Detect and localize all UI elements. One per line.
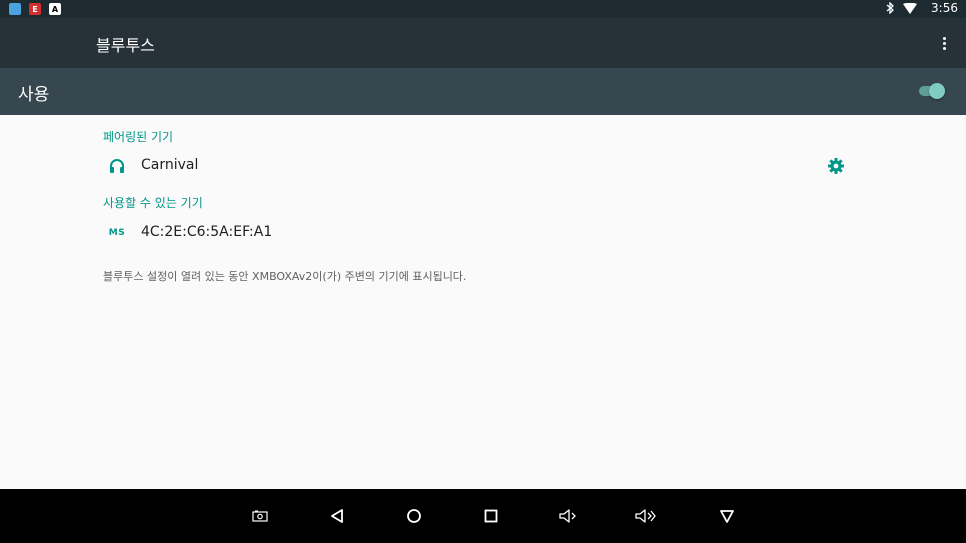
app-notification-icon — [9, 3, 21, 15]
hide-nav-icon[interactable] — [715, 504, 739, 528]
ms-device-icon-label: MS — [108, 228, 126, 238]
device-name: Carnival — [141, 157, 199, 173]
home-icon[interactable] — [402, 504, 426, 528]
visibility-notice: 블루투스 설정이 열려 있는 동안 XMBOXAv2이(가) 주변의 기기에 표… — [103, 270, 467, 283]
notification-icons: E A — [9, 3, 61, 15]
paired-devices-header: 페어링된 기기 — [103, 130, 174, 144]
recents-icon[interactable] — [479, 504, 503, 528]
page-title: 블루투스 — [96, 36, 155, 55]
headphones-icon — [106, 158, 128, 174]
clock: 3:56 — [931, 1, 958, 15]
ms-device-icon: MS — [106, 225, 128, 241]
available-device-row[interactable]: MS 4C:2E:C6:5A:EF:A1 — [96, 217, 856, 249]
device-list: 페어링된 기기 Carnival 사용할 수 있는 기기 MS 4C:2E:C6… — [0, 115, 966, 489]
bluetooth-toggle[interactable] — [919, 83, 945, 99]
status-icons: 3:56 — [886, 1, 958, 15]
overflow-menu-icon[interactable] — [936, 34, 952, 52]
bluetooth-switch-bar[interactable]: 사용 — [0, 68, 966, 115]
back-icon[interactable] — [325, 504, 349, 528]
a-notification-icon: A — [49, 3, 61, 15]
navigation-bar — [0, 489, 966, 543]
paired-device-row[interactable]: Carnival — [96, 150, 856, 182]
volume-up-icon[interactable] — [633, 504, 657, 528]
gear-icon[interactable] — [826, 156, 846, 176]
status-bar: E A 3:56 — [0, 0, 966, 18]
available-devices-header: 사용할 수 있는 기기 — [103, 196, 203, 210]
toolbar: 블루투스 — [0, 18, 966, 68]
wifi-icon — [903, 2, 918, 14]
e-notification-icon: E — [29, 3, 41, 15]
bluetooth-icon — [886, 2, 895, 14]
switch-label: 사용 — [18, 85, 50, 105]
volume-down-icon[interactable] — [556, 504, 580, 528]
screenshot-icon[interactable] — [248, 504, 272, 528]
device-name: 4C:2E:C6:5A:EF:A1 — [141, 224, 273, 240]
